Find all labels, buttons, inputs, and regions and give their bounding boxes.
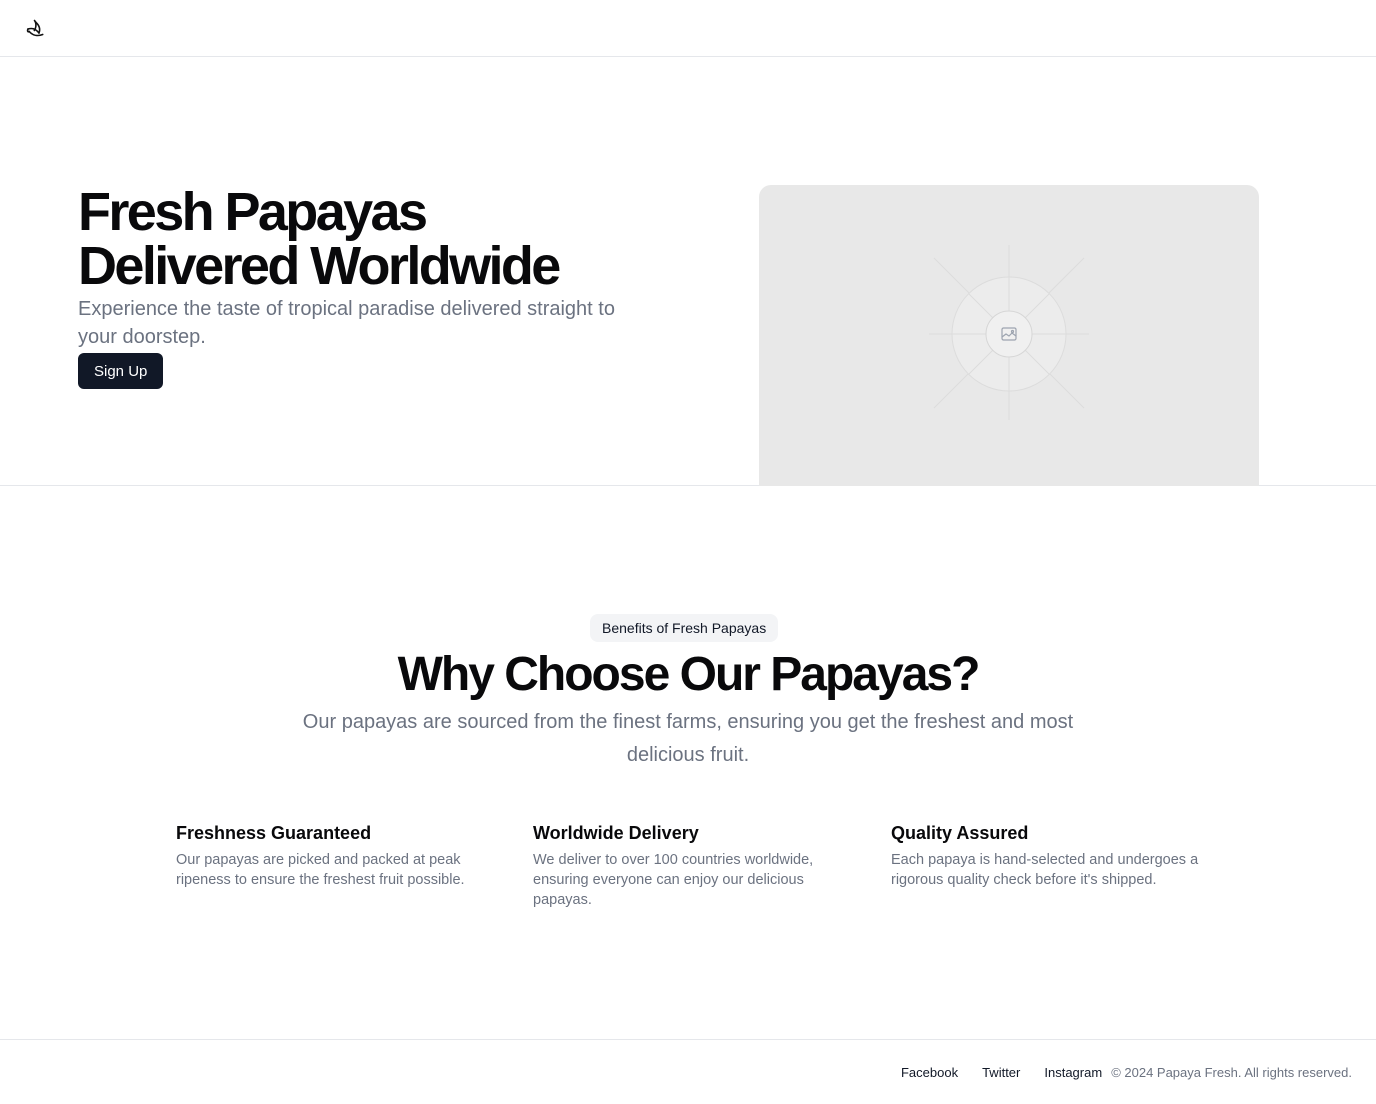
hero-title: Fresh Papayas Delivered Worldwide — [78, 182, 561, 296]
feature-card-quality: Quality Assured Each papaya is hand-sele… — [891, 822, 1211, 890]
feature-card-delivery: Worldwide Delivery We deliver to over 10… — [533, 822, 853, 910]
sign-up-button[interactable]: Sign Up — [78, 353, 164, 389]
feature-title: Freshness Guaranteed — [176, 823, 372, 843]
footer-link-twitter[interactable]: Twitter — [982, 1065, 1020, 1080]
section-subtitle: Our papayas are sourced from the finest … — [302, 711, 1074, 766]
feature-text: Our papayas are picked and packed at pea… — [176, 852, 465, 888]
feature-card-freshness: Freshness Guaranteed Our papayas are pic… — [176, 822, 496, 890]
footer-link-instagram[interactable]: Instagram — [1044, 1065, 1102, 1080]
hero-section: Fresh Papayas Delivered Worldwide Experi… — [0, 57, 1376, 486]
site-footer: Facebook Twitter Instagram © 2024 Papaya… — [0, 1039, 1376, 1104]
footer-copyright: © 2024 Papaya Fresh. All rights reserved… — [1111, 1064, 1352, 1080]
hero-text: Fresh Papayas Delivered Worldwide Experi… — [78, 185, 658, 389]
feature-title: Quality Assured — [891, 823, 1029, 843]
feature-text: Each papaya is hand-selected and undergo… — [891, 852, 1199, 888]
section-badge: Benefits of Fresh Papayas — [590, 614, 779, 642]
features-section: Benefits of Fresh Papayas Why Choose Our… — [0, 486, 1376, 1039]
hero-subtitle: Experience the taste of tropical paradis… — [78, 298, 615, 348]
footer-link-facebook[interactable]: Facebook — [901, 1065, 958, 1080]
banana-logo-icon[interactable] — [24, 16, 48, 40]
feature-text: We deliver to over 100 countries worldwi… — [533, 852, 814, 908]
feature-title: Worldwide Delivery — [533, 823, 699, 843]
section-title: Why Choose Our Papayas? — [397, 648, 981, 701]
hero-image-placeholder — [759, 185, 1259, 486]
site-header — [0, 0, 1376, 57]
